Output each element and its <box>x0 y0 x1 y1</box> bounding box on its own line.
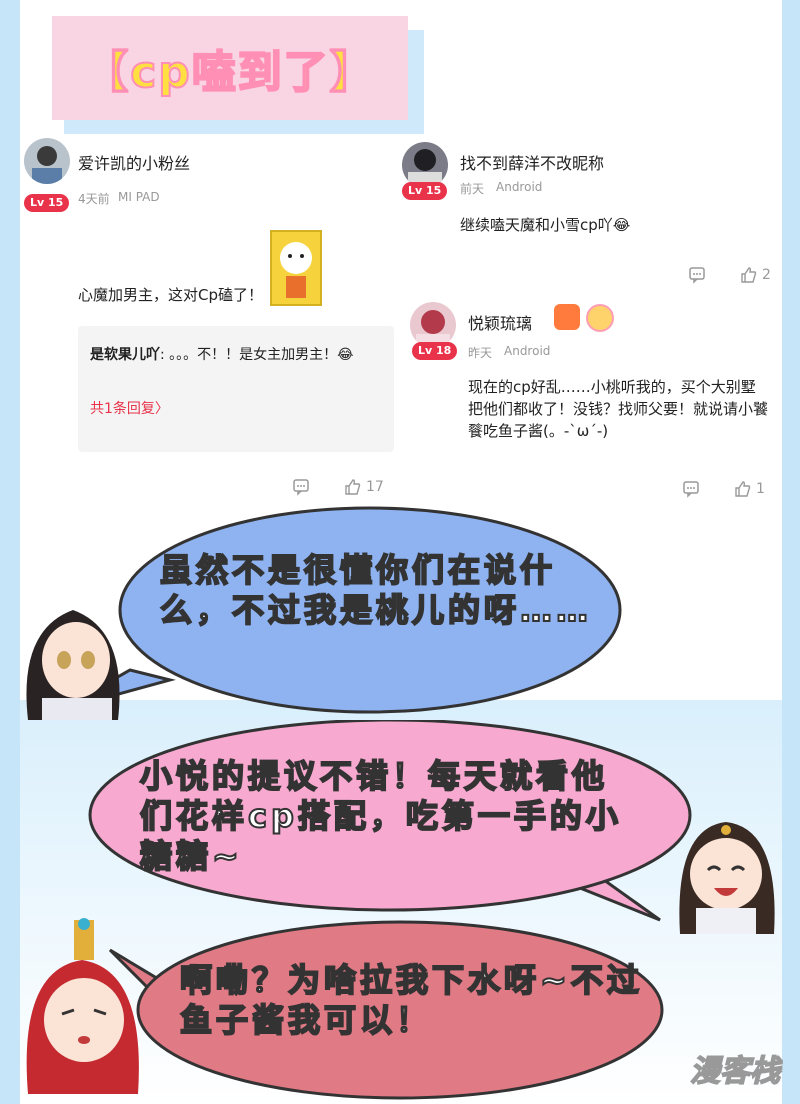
device-label: MI PAD <box>118 190 160 204</box>
comment-card: Lv 15 找不到薛洋不改昵称 前天 Android 继续嗑天魔和小雪cp吖😂 <box>400 140 780 290</box>
like-count: 1 <box>756 481 765 497</box>
watermark-logo: 漫客栈 <box>689 1053 781 1090</box>
comment-card: Lv 15 爱许凯的小粉丝 4天前 MI PAD 心魔加男主，这对Cp磕了！ 是… <box>20 130 400 510</box>
comic-page: 【cp嗑到了】 Lv 15 爱许凯的小粉丝 4天前 MI PAD 心魔加男主，这… <box>0 0 800 1104</box>
device-label: Android <box>496 180 543 194</box>
sticker-image <box>270 230 322 306</box>
flower-badge-icon <box>586 304 614 332</box>
section-tag: 【cp嗑到了】 <box>52 16 408 120</box>
reply-button[interactable] <box>688 266 706 284</box>
like-button[interactable]: 1 <box>734 480 765 498</box>
avatar[interactable] <box>24 138 70 184</box>
device-label: Android <box>504 344 551 358</box>
like-count: 2 <box>762 267 771 283</box>
post-time: 前天 <box>460 182 485 196</box>
comment-icon <box>293 479 309 496</box>
username[interactable]: 找不到薛洋不改昵称 <box>460 150 604 174</box>
character-portrait <box>670 808 782 934</box>
section-tag-label: 【cp嗑到了】 <box>83 46 376 99</box>
game-badge-icon <box>554 304 580 330</box>
comment-panel: 【cp嗑到了】 Lv 15 爱许凯的小粉丝 4天前 MI PAD 心魔加男主，这… <box>20 0 782 530</box>
comment-text: 继续嗑天魔和小雪cp吖😂 <box>460 216 631 234</box>
bubble-text: 虽然不是很懂你们在说什么，不过我是桃儿的呀…… <box>159 550 593 630</box>
comment-card: Lv 18 悦颖琉璃 昨天 Android 现在的cp好乱……小桃听我的，买个大… <box>408 298 780 468</box>
reply-box[interactable]: 是软果儿吖: 。。。不！！是女主加男主！😂 共1条回复〉 <box>78 326 394 452</box>
reply-text: 。。。不！！是女主加男主！😂 <box>169 347 354 363</box>
bubble-text: 小悦的提议不错！每天就看他们花样cp搭配，吃第一手的小糖糖~ <box>139 756 622 876</box>
comment-text: 现在的cp好乱……小桃听我的，买个大别墅把他们都收了！没钱？找师父要！就说请小饕… <box>468 378 769 440</box>
thumbs-up-icon <box>735 481 751 497</box>
level-badge: Lv 15 <box>24 194 70 212</box>
username[interactable]: 悦颖琉璃 <box>468 310 532 334</box>
level-badge: Lv 15 <box>402 182 448 200</box>
thumbs-up-icon <box>741 267 757 283</box>
reply-colon: : <box>160 347 165 363</box>
comment-icon <box>689 267 705 284</box>
view-replies-link[interactable]: 共1条回复〉 <box>90 398 169 418</box>
level-badge: Lv 18 <box>412 342 458 360</box>
thumbs-up-icon <box>345 479 361 495</box>
post-time: 4天前 <box>78 192 110 206</box>
reply-button[interactable] <box>682 480 700 498</box>
reply-user[interactable]: 是软果儿吖 <box>90 347 160 363</box>
reply-button[interactable] <box>292 478 310 496</box>
reply-content: 是软果儿吖: 。。。不！！是女主加男主！😂 <box>90 344 354 364</box>
bubble-text: 啊嘞？为啥拉我下水呀~不过鱼子酱我可以！ <box>179 960 643 1040</box>
like-button[interactable]: 17 <box>344 478 384 496</box>
like-count: 17 <box>366 479 384 495</box>
post-time: 昨天 <box>468 346 493 360</box>
character-portrait <box>18 910 148 1094</box>
like-button[interactable]: 2 <box>740 266 771 284</box>
character-portrait <box>18 590 128 720</box>
username[interactable]: 爱许凯的小粉丝 <box>78 150 190 174</box>
comment-icon <box>683 481 699 498</box>
comment-text: 心魔加男主，这对Cp磕了！ <box>78 286 263 304</box>
